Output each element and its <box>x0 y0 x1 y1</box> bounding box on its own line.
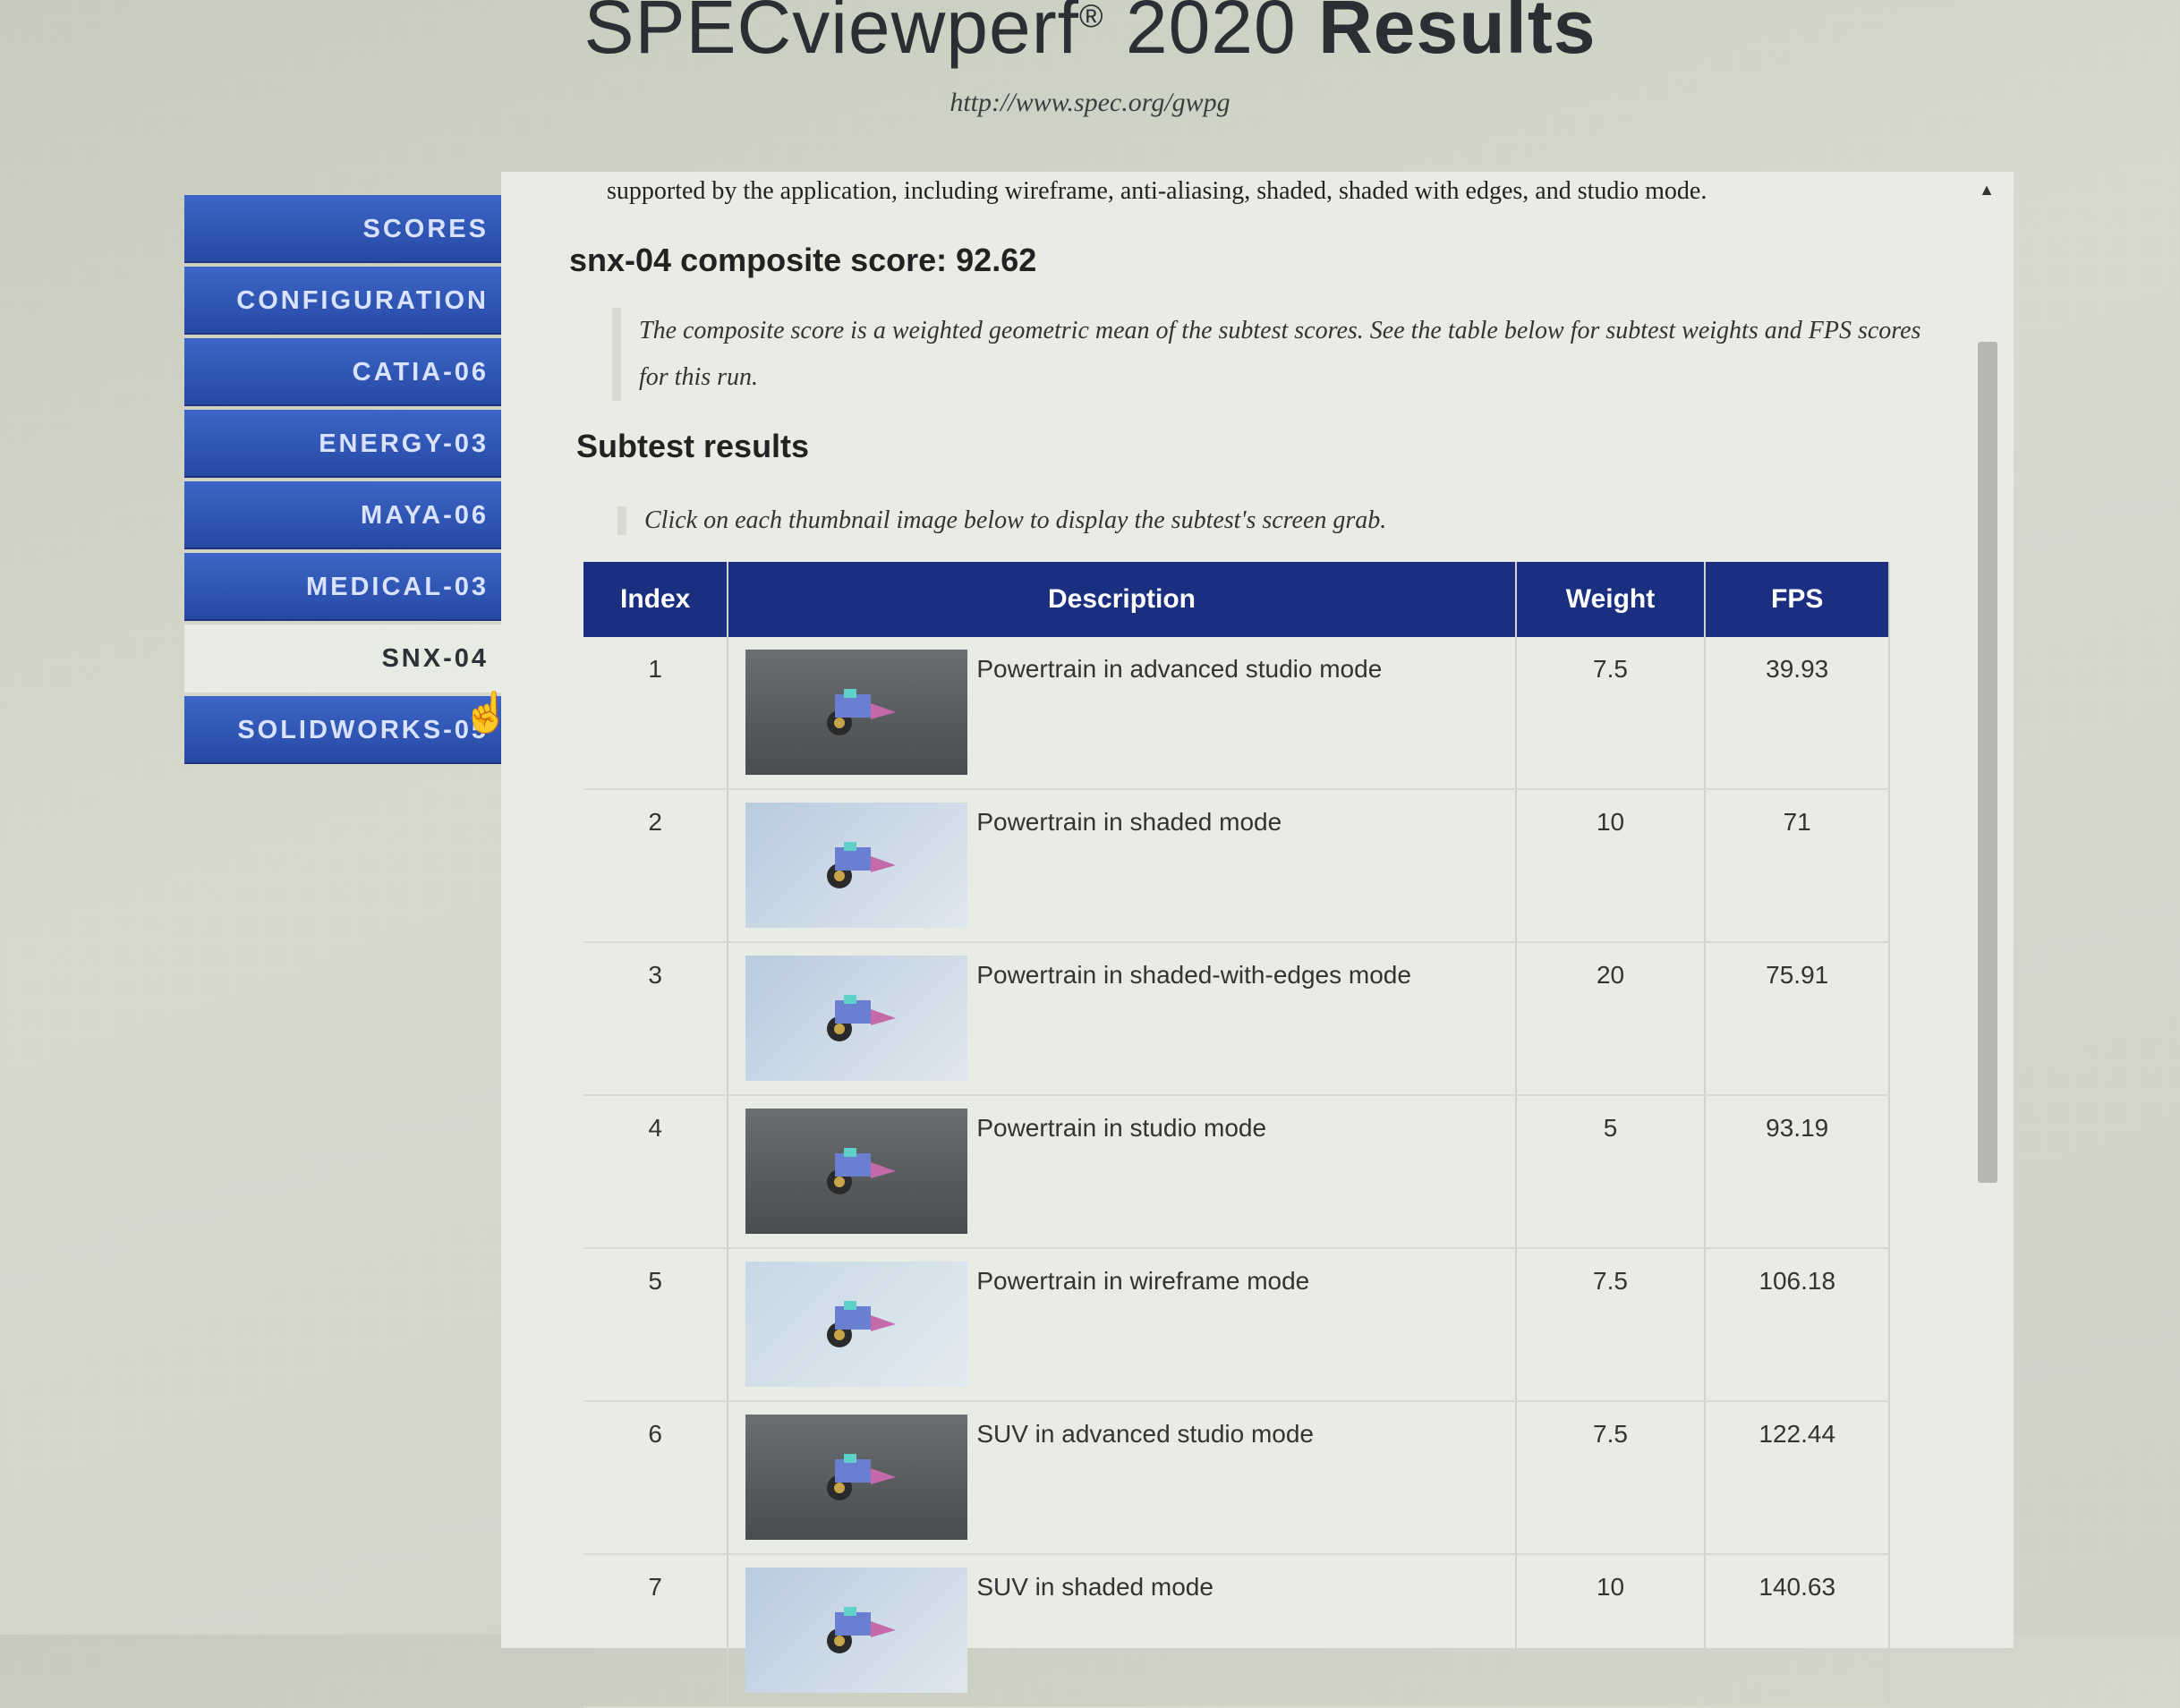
model-render-icon <box>827 1301 897 1347</box>
composite-score: snx-04 composite score: 92.62 <box>569 242 1037 278</box>
table-row: 5 Powertrain in wireframe mode 7.5 106.18 <box>583 1248 1890 1402</box>
header-index: Index <box>583 562 729 637</box>
row-fps: 71 <box>1705 789 1890 943</box>
table-row: 4 Powertrain in studio mode 5 93.19 <box>583 1095 1890 1249</box>
subtest-thumbnail[interactable] <box>745 1109 968 1234</box>
scroll-up-icon[interactable]: ▲ <box>1974 181 1999 206</box>
model-render-icon <box>827 689 897 735</box>
sidebar-item-scores[interactable]: SCORES <box>184 195 524 263</box>
subtest-results-table: Index Description Weight FPS 1 Powertrain… <box>583 562 1890 1708</box>
row-fps: 75.91 <box>1705 942 1890 1096</box>
row-index: 2 <box>583 789 729 943</box>
row-description: Powertrain in shaded mode <box>976 808 1282 836</box>
row-description: Powertrain in shaded-with-edges mode <box>976 961 1411 989</box>
table-row: 6 SUV in advanced studio mode 7.5 122.44 <box>583 1401 1890 1555</box>
table-row: 3 Powertrain in shaded-with-edges mode 20 7… <box>583 942 1890 1096</box>
row-weight: 5 <box>1515 1095 1707 1249</box>
row-description: SUV in shaded mode <box>976 1573 1213 1601</box>
subtest-thumbnail[interactable] <box>745 1568 968 1693</box>
title-results: Results <box>1318 0 1597 69</box>
spec-url-link[interactable]: http://www.spec.org/gwpg <box>0 88 2180 118</box>
table-row: 7 SUV in shaded mode 10 140.63 <box>583 1554 1890 1708</box>
row-fps: 39.93 <box>1705 637 1890 790</box>
row-index: 6 <box>583 1401 729 1555</box>
table-header-row: Index Description Weight FPS <box>583 562 1890 637</box>
title-main: SPECviewperf <box>583 0 1079 69</box>
table-row: 2 Powertrain in shaded mode 10 71 <box>583 789 1890 943</box>
subtest-heading: Subtest results <box>576 428 810 464</box>
scroll-thumb[interactable] <box>1978 342 1997 1183</box>
title-year: 2020 <box>1125 0 1297 69</box>
row-fps: 140.63 <box>1705 1554 1890 1708</box>
sidebar-nav: SCORES CONFIGURATION CATIA-06 ENERGY-03 … <box>184 195 524 768</box>
row-index: 4 <box>583 1095 729 1249</box>
row-index: 1 <box>583 637 729 790</box>
sidebar-item-configuration[interactable]: CONFIGURATION <box>184 267 524 335</box>
thumbnail-note: Click on each thumbnail image below to d… <box>617 506 1386 535</box>
row-index: 3 <box>583 942 729 1096</box>
sidebar-item-solidworks-label: SOLIDWORKS-05 <box>237 716 489 744</box>
sidebar-item-energy[interactable]: ENERGY-03 <box>184 410 524 478</box>
row-fps: 106.18 <box>1705 1248 1890 1402</box>
subtest-thumbnail[interactable] <box>745 650 968 775</box>
sidebar-item-snx[interactable]: SNX-04 <box>184 625 524 693</box>
row-index: 7 <box>583 1554 729 1708</box>
model-render-icon <box>827 995 897 1041</box>
row-description: Powertrain in studio mode <box>976 1114 1267 1142</box>
row-description: Powertrain in advanced studio mode <box>976 655 1383 683</box>
composite-note: The composite score is a weighted geomet… <box>612 308 1946 401</box>
subtest-thumbnail[interactable] <box>745 1262 968 1387</box>
header-fps: FPS <box>1705 562 1890 637</box>
row-fps: 93.19 <box>1705 1095 1890 1249</box>
page-title: SPECviewperf® 2020 Results <box>0 0 2180 71</box>
scrollbar[interactable]: ▲ <box>1974 181 1999 1639</box>
sidebar-item-medical[interactable]: MEDICAL-03 <box>184 553 524 621</box>
header-description: Description <box>728 562 1517 637</box>
header-weight: Weight <box>1515 562 1707 637</box>
row-index: 5 <box>583 1248 729 1402</box>
model-render-icon <box>827 1454 897 1500</box>
intro-text: supported by the application, including … <box>607 177 1707 205</box>
subtest-thumbnail[interactable] <box>745 1415 968 1540</box>
row-weight: 7.5 <box>1515 637 1707 790</box>
sidebar-item-maya[interactable]: MAYA-06 <box>184 481 524 549</box>
table-row: 1 Powertrain in advanced studio mode 7.5 39… <box>583 637 1890 790</box>
row-fps: 122.44 <box>1705 1401 1890 1555</box>
row-description: SUV in advanced studio mode <box>976 1420 1315 1448</box>
row-weight: 7.5 <box>1515 1248 1707 1402</box>
row-weight: 10 <box>1515 789 1707 943</box>
content-panel: ▲ supported by the application, includin… <box>501 172 2014 1708</box>
row-weight: 10 <box>1515 1554 1707 1708</box>
sidebar-item-catia[interactable]: CATIA-06 <box>184 338 524 406</box>
registered-mark: ® <box>1079 0 1104 34</box>
row-description: Powertrain in wireframe mode <box>976 1267 1310 1295</box>
subtest-thumbnail[interactable] <box>745 803 968 928</box>
row-weight: 20 <box>1515 942 1707 1096</box>
subtest-thumbnail[interactable] <box>745 956 968 1081</box>
model-render-icon <box>827 1148 897 1194</box>
model-render-icon <box>827 842 897 888</box>
model-render-icon <box>827 1607 897 1653</box>
row-weight: 7.5 <box>1515 1401 1707 1555</box>
